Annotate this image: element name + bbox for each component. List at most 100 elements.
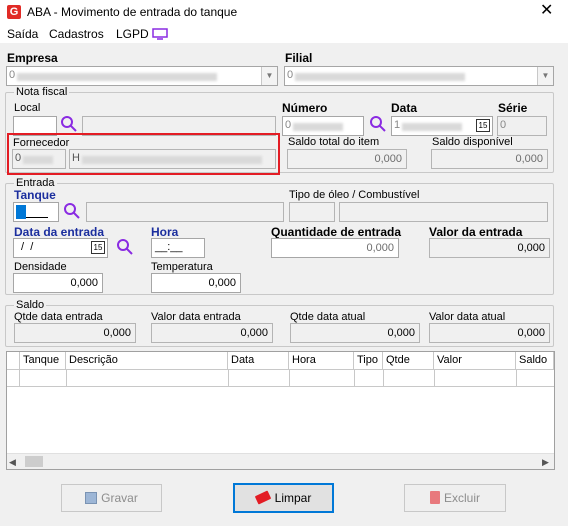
- fornecedor-label: Fornecedor: [13, 137, 70, 149]
- hora-label: Hora: [151, 225, 179, 239]
- limpar-label: Limpar: [274, 491, 312, 505]
- save-icon: [85, 492, 98, 504]
- redacted-text: [17, 73, 217, 81]
- search-icon[interactable]: [63, 202, 81, 220]
- fornecedor-code-field: 0: [12, 149, 66, 169]
- table-row[interactable]: [7, 370, 554, 387]
- saldo-total-label: Saldo total do item: [288, 136, 380, 148]
- excluir-button[interactable]: Excluir: [404, 484, 506, 512]
- gravar-button[interactable]: Gravar: [61, 484, 162, 512]
- valor-data-atual-field: 0,000: [429, 323, 550, 343]
- local-label: Local: [14, 102, 41, 114]
- valor-field: 0,000: [429, 238, 550, 258]
- tanque-description-field: [86, 202, 284, 222]
- chevron-down-icon[interactable]: ▼: [537, 67, 553, 85]
- excluir-label: Excluir: [443, 491, 480, 505]
- close-icon[interactable]: ✕: [540, 2, 553, 20]
- data-entrada-input[interactable]: / / 15: [13, 238, 108, 258]
- saldo-title: Saldo: [14, 299, 47, 311]
- serie-field: 0: [497, 116, 547, 136]
- limpar-button[interactable]: Limpar: [233, 483, 334, 513]
- cell-divider: [516, 370, 517, 387]
- numero-label: Número: [282, 101, 328, 115]
- column-header-hora[interactable]: Hora: [289, 352, 354, 370]
- numero-value: 0: [285, 119, 292, 131]
- filial-value: 0: [287, 69, 294, 81]
- menu-saida[interactable]: Saída: [7, 27, 38, 41]
- saldo-total-field: 0,000: [287, 149, 407, 169]
- column-header-descricao[interactable]: Descrição: [66, 352, 228, 370]
- valor-data-entrada-field: 0,000: [151, 323, 273, 343]
- cell-divider: [383, 370, 384, 387]
- empresa-value: 0: [9, 69, 16, 81]
- text-cursor: [16, 205, 26, 219]
- fornecedor-name: H: [72, 152, 80, 164]
- column-header-tanque[interactable]: Tanque: [20, 352, 66, 370]
- horizontal-scrollbar[interactable]: ◀ ▶: [7, 453, 554, 469]
- search-icon[interactable]: [116, 238, 134, 256]
- hora-value: __:__: [155, 241, 183, 253]
- menu-cadastros[interactable]: Cadastros: [49, 27, 104, 41]
- chevron-down-icon[interactable]: ▼: [261, 67, 277, 85]
- scroll-right-icon[interactable]: ▶: [542, 457, 549, 468]
- empresa-label: Empresa: [7, 51, 58, 65]
- column-header-saldo[interactable]: Saldo: [516, 352, 554, 370]
- hora-input[interactable]: __:__: [151, 238, 205, 258]
- saldo-disponivel-label: Saldo disponível: [432, 136, 513, 148]
- tanque-label: Tanque: [14, 188, 56, 202]
- tipo-oleo-code-field: [289, 202, 335, 222]
- temperatura-label: Temperatura: [151, 261, 213, 273]
- tanque-input[interactable]: [13, 202, 59, 222]
- search-icon[interactable]: [60, 115, 78, 133]
- app-logo-icon: G: [7, 5, 21, 19]
- window-title: ABA - Movimento de entrada do tanque: [27, 5, 238, 19]
- densidade-label: Densidade: [14, 261, 67, 273]
- fornecedor-code: 0: [15, 152, 22, 164]
- qtde-data-atual-field: 0,000: [290, 323, 420, 343]
- empresa-combo[interactable]: 0 ▼: [6, 66, 278, 86]
- data-value: 1: [394, 119, 401, 131]
- gravar-label: Gravar: [101, 491, 138, 505]
- quantidade-input[interactable]: 0,000: [271, 238, 399, 258]
- calendar-icon[interactable]: 15: [476, 119, 490, 132]
- qtde-data-entrada-field: 0,000: [14, 323, 136, 343]
- valor-data-atual-label: Valor data atual: [429, 311, 506, 323]
- tipo-oleo-description-field: [339, 202, 548, 222]
- column-header-valor[interactable]: Valor: [434, 352, 516, 370]
- quantidade-label: Quantidade de entrada: [271, 225, 402, 239]
- column-header-data[interactable]: Data: [228, 352, 289, 370]
- qtde-data-entrada-label: Qtde data entrada: [14, 311, 103, 323]
- menu-lgpd[interactable]: LGPD: [116, 27, 149, 41]
- data-entrada-label: Data da entrada: [14, 225, 105, 239]
- movimentos-grid[interactable]: Tanque Descrição Data Hora Tipo Qtde Val…: [6, 351, 555, 470]
- search-icon[interactable]: [369, 115, 387, 133]
- eraser-icon: [254, 490, 271, 505]
- cell-divider: [434, 370, 435, 387]
- column-header-qtde[interactable]: Qtde: [383, 352, 434, 370]
- scroll-left-icon[interactable]: ◀: [9, 457, 16, 468]
- scrollbar-thumb[interactable]: [25, 456, 43, 467]
- data-entrada-value: / /: [18, 241, 34, 253]
- cell-divider: [289, 370, 290, 387]
- tipo-oleo-label: Tipo de óleo / Combustível: [289, 189, 420, 201]
- nota-fiscal-title: Nota fiscal: [14, 86, 70, 98]
- trash-icon: [429, 491, 440, 504]
- valor-data-entrada-label: Valor data entrada: [151, 311, 241, 323]
- cell-divider: [66, 370, 67, 387]
- densidade-input[interactable]: 0,000: [13, 273, 103, 293]
- filial-combo[interactable]: 0 ▼: [284, 66, 554, 86]
- temperatura-input[interactable]: 0,000: [151, 273, 241, 293]
- data-input[interactable]: 1 15: [391, 116, 493, 136]
- calendar-icon[interactable]: 15: [91, 241, 105, 254]
- data-label: Data: [391, 101, 418, 115]
- redacted-text: [295, 73, 465, 81]
- redacted-text: [23, 156, 53, 164]
- valor-label: Valor da entrada: [429, 225, 523, 239]
- numero-input[interactable]: 0: [282, 116, 364, 136]
- monitor-icon[interactable]: [152, 28, 168, 40]
- column-header-tipo[interactable]: Tipo: [354, 352, 383, 370]
- saldo-disponivel-field: 0,000: [431, 149, 548, 169]
- cell-divider: [354, 370, 355, 387]
- fornecedor-name-field: H: [69, 149, 276, 169]
- redacted-text: [293, 123, 343, 131]
